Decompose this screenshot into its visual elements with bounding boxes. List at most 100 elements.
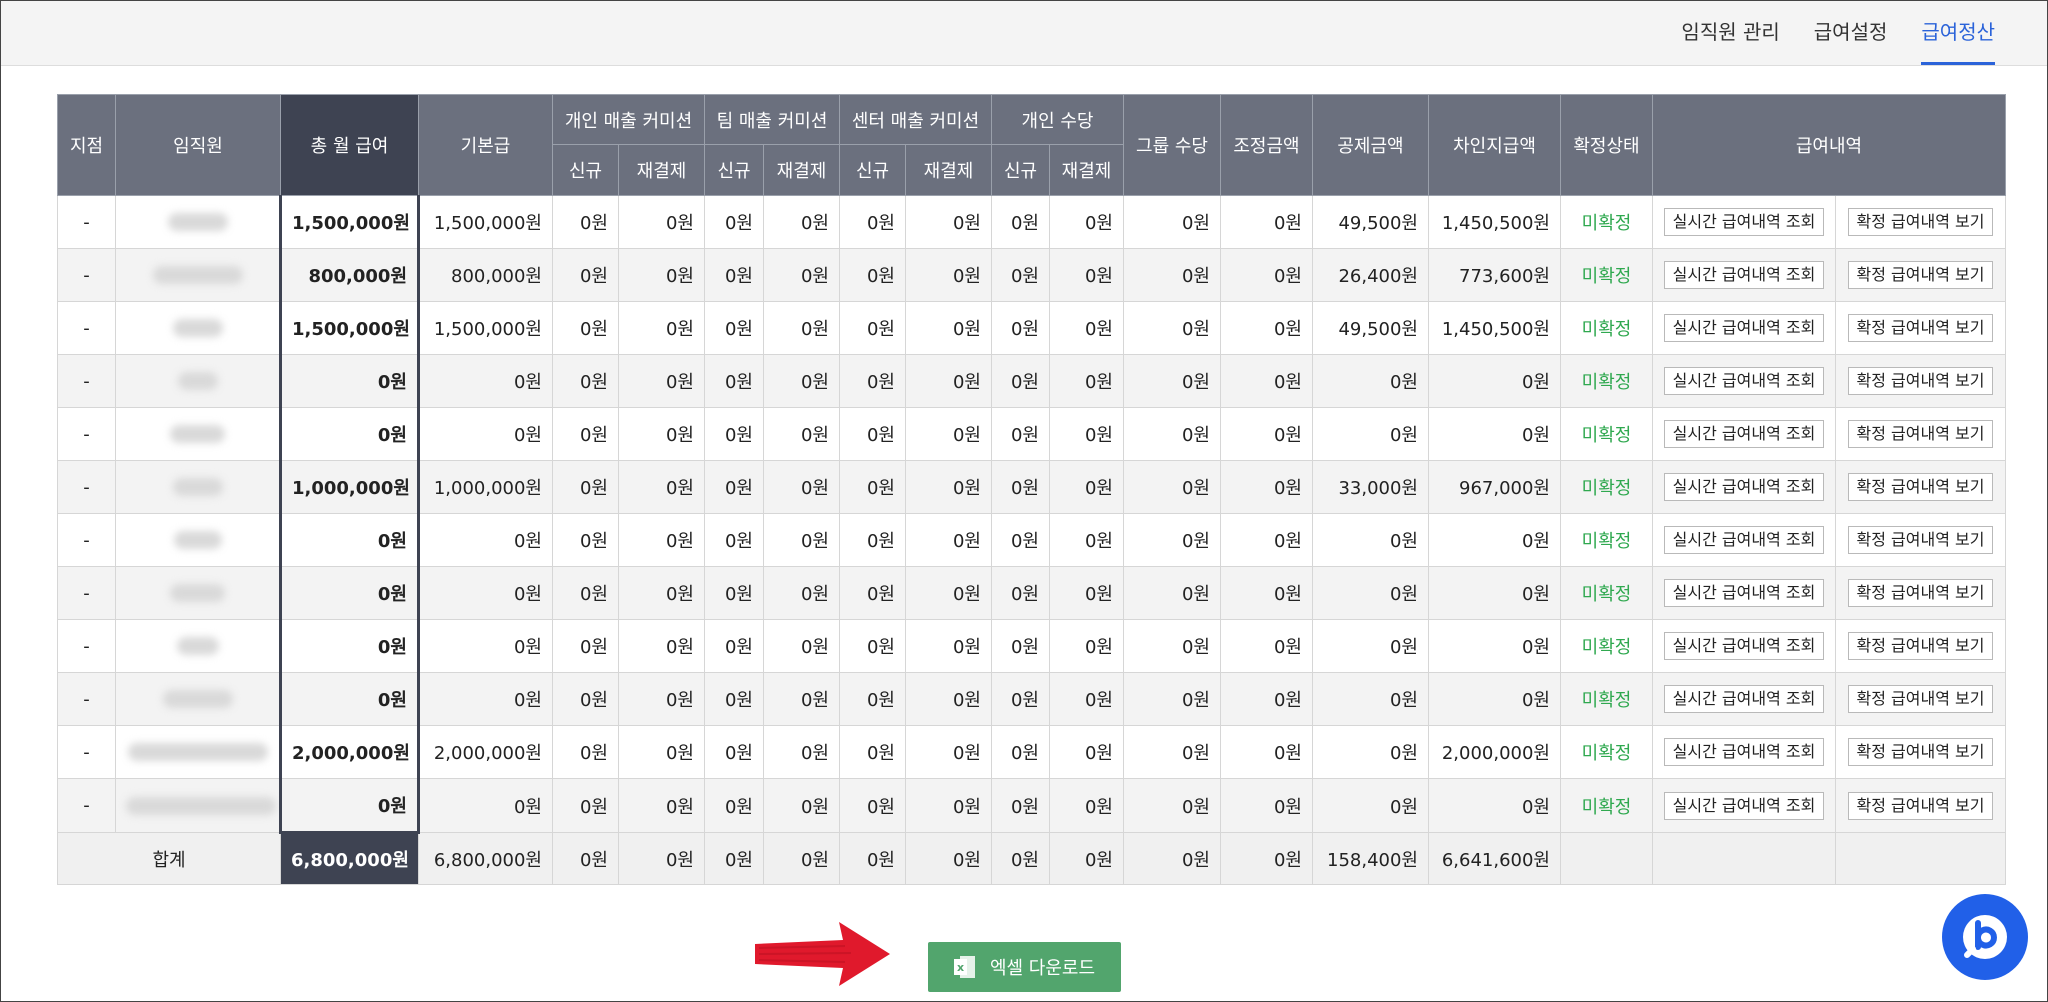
commission-cell: 0원: [991, 566, 1050, 620]
realtime-detail-cell: 실시간 급여내역 조회: [1652, 725, 1836, 779]
realtime-detail-cell: 실시간 급여내역 조회: [1652, 672, 1836, 726]
commission-cell: 0원: [552, 301, 619, 355]
commission-cell: 0원: [905, 195, 992, 249]
commission-cell: 0원: [905, 672, 992, 726]
confirmed-detail-cell: 확정 급여내역 보기: [1835, 248, 2006, 302]
top-nav-bar: 임직원 관리 급여설정 급여정산: [1, 1, 2047, 66]
blurred-employee-name: [173, 531, 222, 549]
total-monthly-cell: 0원: [279, 407, 420, 461]
realtime-detail-button[interactable]: 실시간 급여내역 조회: [1663, 208, 1825, 236]
base-pay-cell: 0원: [418, 672, 553, 726]
confirmed-detail-button[interactable]: 확정 급여내역 보기: [1847, 632, 1994, 660]
confirmed-detail-button[interactable]: 확정 급여내역 보기: [1847, 579, 1994, 607]
commission-cell: 0원: [991, 195, 1050, 249]
commission-cell: 0원: [552, 513, 619, 567]
commission-cell: 0원: [991, 407, 1050, 461]
total-monthly-cell: 800,000원: [279, 248, 420, 302]
adjustment-cell: 0원: [1220, 407, 1313, 461]
confirmed-detail-button[interactable]: 확정 급여내역 보기: [1847, 208, 1994, 236]
total-net-sum: 6,641,600원: [1428, 832, 1561, 885]
commission-cell: 0원: [552, 778, 619, 833]
realtime-detail-button[interactable]: 실시간 급여내역 조회: [1663, 526, 1825, 554]
deduction-cell: 49,500원: [1312, 195, 1429, 249]
excel-download-button[interactable]: x 엑셀 다운로드: [928, 942, 1121, 992]
commission-cell: 0원: [905, 354, 992, 408]
commission-cell: 0원: [991, 778, 1050, 833]
commission-cell: 0원: [704, 301, 764, 355]
group-allowance-cell: 0원: [1123, 672, 1221, 726]
status-badge: 미확정: [1560, 778, 1653, 833]
commission-cell: 0원: [763, 725, 840, 779]
chat-button[interactable]: [1942, 894, 2028, 980]
realtime-detail-button[interactable]: 실시간 급여내역 조회: [1663, 367, 1825, 395]
commission-cell: 0원: [839, 725, 906, 779]
realtime-detail-cell: 실시간 급여내역 조회: [1652, 566, 1836, 620]
confirmed-detail-button[interactable]: 확정 급여내역 보기: [1847, 685, 1994, 713]
commission-cell: 0원: [763, 301, 840, 355]
confirmed-detail-button[interactable]: 확정 급여내역 보기: [1847, 420, 1994, 448]
total-monthly-cell: 0원: [279, 619, 420, 673]
commission-cell: 0원: [763, 672, 840, 726]
tab-employee-management[interactable]: 임직원 관리: [1681, 1, 1779, 65]
commission-cell: 0원: [991, 354, 1050, 408]
employee-cell: [115, 460, 281, 514]
adjustment-cell: 0원: [1220, 195, 1313, 249]
realtime-detail-button[interactable]: 실시간 급여내역 조회: [1663, 791, 1825, 820]
tab-payroll-settlement[interactable]: 급여정산: [1921, 1, 1995, 65]
commission-cell: 0원: [704, 619, 764, 673]
net-pay-cell: 2,000,000원: [1428, 725, 1561, 779]
commission-cell: 0원: [1049, 354, 1124, 408]
commission-cell: 0원: [704, 778, 764, 833]
blurred-employee-name: [170, 425, 225, 443]
confirmed-detail-button[interactable]: 확정 급여내역 보기: [1847, 791, 1994, 820]
header-deduction: 공제금액: [1312, 94, 1429, 196]
confirmed-detail-cell: 확정 급여내역 보기: [1835, 778, 2006, 833]
total-monthly-cell: 1,500,000원: [279, 195, 420, 249]
excel-icon: x: [953, 956, 975, 978]
commission-cell: 0원: [1049, 248, 1124, 302]
confirmed-detail-button[interactable]: 확정 급여내역 보기: [1847, 526, 1994, 554]
confirmed-detail-button[interactable]: 확정 급여내역 보기: [1847, 261, 1994, 289]
realtime-detail-button[interactable]: 실시간 급여내역 조회: [1663, 579, 1825, 607]
header-new: 신규: [552, 144, 619, 196]
commission-cell: 0원: [704, 513, 764, 567]
chat-icon: [1963, 915, 2007, 959]
commission-cell: 0원: [763, 195, 840, 249]
realtime-detail-button[interactable]: 실시간 급여내역 조회: [1663, 314, 1825, 342]
table-row: -0원 0원 0원 0원 0원 0원 0원 0원 0원 0원 0원 0원 0원 0원 미확정 실시간 급여내역…: [57, 672, 2006, 726]
branch-cell: -: [57, 195, 116, 249]
total-monthly-cell: 1,500,000원: [279, 301, 420, 355]
status-badge: 미확정: [1560, 619, 1653, 673]
employee-cell: [115, 513, 281, 567]
adjustment-cell: 0원: [1220, 513, 1313, 567]
deduction-cell: 33,000원: [1312, 460, 1429, 514]
commission-cell: 0원: [1049, 407, 1124, 461]
group-allowance-cell: 0원: [1123, 354, 1221, 408]
realtime-detail-button[interactable]: 실시간 급여내역 조회: [1663, 473, 1825, 501]
base-pay-cell: 0원: [418, 619, 553, 673]
realtime-detail-cell: 실시간 급여내역 조회: [1652, 460, 1836, 514]
status-badge: 미확정: [1560, 513, 1653, 567]
total-cell: 0원: [763, 832, 840, 885]
base-pay-cell: 0원: [418, 778, 553, 833]
confirmed-detail-button[interactable]: 확정 급여내역 보기: [1847, 473, 1994, 501]
realtime-detail-button[interactable]: 실시간 급여내역 조회: [1663, 261, 1825, 289]
total-monthly-sum: 6,800,000원: [280, 832, 419, 885]
commission-cell: 0원: [552, 672, 619, 726]
group-allowance-cell: 0원: [1123, 619, 1221, 673]
total-cell: 0원: [1049, 832, 1124, 885]
confirmed-detail-button[interactable]: 확정 급여내역 보기: [1847, 367, 1994, 395]
realtime-detail-button[interactable]: 실시간 급여내역 조회: [1663, 632, 1825, 660]
branch-cell: -: [57, 460, 116, 514]
commission-cell: 0원: [704, 407, 764, 461]
group-allowance-cell: 0원: [1123, 248, 1221, 302]
realtime-detail-button[interactable]: 실시간 급여내역 조회: [1663, 738, 1825, 766]
tab-payroll-settings[interactable]: 급여설정: [1814, 1, 1888, 65]
confirmed-detail-button[interactable]: 확정 급여내역 보기: [1847, 314, 1994, 342]
realtime-detail-button[interactable]: 실시간 급여내역 조회: [1663, 420, 1825, 448]
realtime-detail-button[interactable]: 실시간 급여내역 조회: [1663, 685, 1825, 713]
blurred-employee-name: [152, 266, 243, 284]
table-row: -0원 0원 0원 0원 0원 0원 0원 0원 0원 0원 0원 0원 0원 0원 미확정 실시간 급여내역…: [57, 566, 2006, 620]
confirmed-detail-button[interactable]: 확정 급여내역 보기: [1847, 738, 1994, 766]
commission-cell: 0원: [704, 672, 764, 726]
